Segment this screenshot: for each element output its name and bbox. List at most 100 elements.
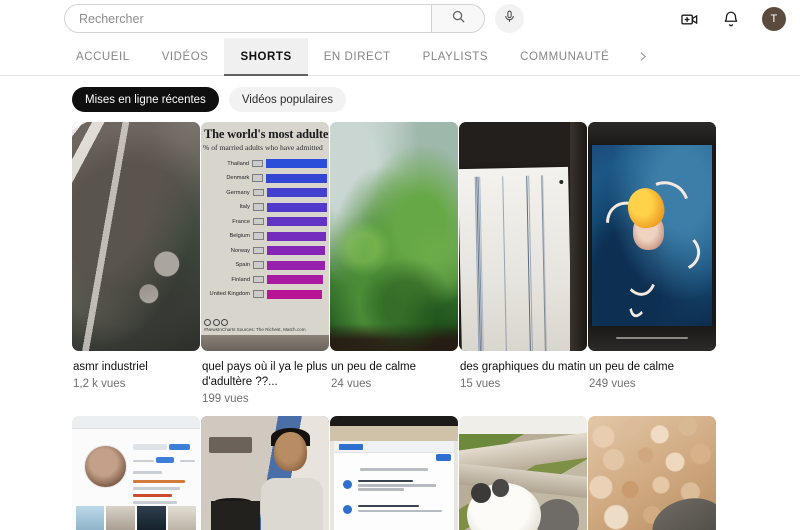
infographic-bar (266, 159, 327, 168)
short-view-count: 199 vues (202, 393, 249, 405)
infographic-bar-row: Norway (201, 244, 327, 257)
short-title[interactable]: des graphiques du matin (460, 360, 586, 375)
tab-label: ACCUEIL (76, 50, 130, 63)
infographic-country-label: Germany (226, 189, 250, 196)
short-title[interactable]: asmr industriel (73, 360, 199, 375)
short-card[interactable]: The world's most adulterous % of married… (201, 122, 329, 405)
infographic-bar (267, 231, 326, 241)
infographic-bar (266, 202, 327, 212)
short-view-count: 15 vues (460, 378, 501, 390)
infographic-country-label: Italy (239, 204, 250, 210)
tab-communaute[interactable]: COMMUNAUTÉ (504, 38, 625, 75)
short-thumbnail[interactable] (459, 122, 587, 351)
chip-recent-uploads[interactable]: Mises en ligne récentes (72, 87, 219, 112)
laptop-changelog-image (330, 416, 458, 530)
infographic-country-label: Spain (235, 262, 250, 268)
short-card[interactable] (588, 416, 716, 530)
infographic-bar-row: Spain (201, 259, 327, 272)
short-thumbnail[interactable] (330, 416, 458, 530)
country-flag-icon (252, 159, 264, 168)
country-flag-icon (253, 261, 264, 269)
paper-graphs-image (459, 122, 587, 351)
avatar-initial: T (770, 13, 778, 25)
search-button[interactable] (431, 4, 485, 33)
short-thumbnail[interactable] (72, 122, 200, 351)
infographic-title: The world's most adulterous (204, 127, 329, 141)
infographic-bar-row: Belgium (201, 230, 327, 243)
tab-label: COMMUNAUTÉ (520, 50, 610, 63)
short-card[interactable] (72, 416, 200, 530)
industrial-machinery-image (72, 122, 200, 351)
country-flag-icon (252, 203, 264, 211)
shorts-grid-row2 (0, 416, 800, 530)
infographic-bar (267, 289, 323, 299)
infographic-country-label: Belgium (229, 233, 250, 239)
short-card[interactable] (459, 416, 587, 530)
infographic-bar-row: Finland (201, 273, 327, 286)
infographic-country-label: Denmark (226, 175, 250, 181)
short-view-count: 24 vues (331, 378, 372, 390)
tab-en-direct[interactable]: EN DIRECT (308, 38, 407, 75)
badge-icon (204, 319, 211, 326)
octopus-screen-image (588, 122, 716, 351)
short-title[interactable]: un peu de calme (589, 360, 715, 375)
short-thumbnail[interactable]: The world's most adulterous % of married… (201, 122, 329, 351)
short-thumbnail[interactable] (588, 122, 716, 351)
tab-label: VIDÉOS (161, 50, 209, 63)
shorts-grid: asmr industriel 1,2 k vues The world's m… (0, 122, 800, 405)
tab-label: EN DIRECT (323, 50, 391, 63)
short-thumbnail[interactable] (330, 122, 458, 351)
infographic-bar (266, 188, 327, 197)
country-flag-icon (253, 246, 264, 255)
chip-popular-videos[interactable]: Vidéos populaires (228, 87, 347, 112)
infographic-bar-row: France (201, 215, 327, 228)
avatar[interactable]: T (762, 7, 786, 31)
country-flag-icon (252, 174, 264, 182)
tab-playlists[interactable]: PLAYLISTS (407, 38, 504, 75)
short-thumbnail[interactable] (201, 416, 329, 530)
search-box[interactable] (64, 4, 431, 33)
search-bar (64, 4, 524, 33)
short-thumbnail[interactable] (72, 416, 200, 530)
infographic-bar-row: Italy (201, 201, 327, 214)
short-card[interactable] (330, 416, 458, 530)
search-input[interactable] (79, 11, 431, 26)
short-meta: un peu de calme 24 vues (330, 351, 458, 390)
masthead: T (0, 0, 800, 38)
infographic-subtitle: % of married adults who have admitted (203, 143, 323, 152)
short-title[interactable]: quel pays où il ya le plus d'adultère ??… (202, 360, 328, 390)
filter-chips: Mises en ligne récentes Vidéos populaire… (0, 76, 800, 122)
search-icon (451, 9, 466, 29)
kitchen-person-image (201, 416, 329, 530)
short-card[interactable]: un peu de calme 249 vues (588, 122, 716, 405)
badge-icon (212, 319, 220, 326)
short-card[interactable] (201, 416, 329, 530)
nuts-pile-image (588, 416, 716, 530)
short-thumbnail[interactable] (588, 416, 716, 530)
tab-label: PLAYLISTS (422, 50, 489, 63)
tab-videos[interactable]: VIDÉOS (146, 38, 225, 75)
short-view-count: 1,2 k vues (73, 378, 126, 390)
notifications-bell-icon[interactable] (720, 8, 742, 30)
chevron-right-icon[interactable] (625, 38, 659, 75)
panda-log-image (459, 416, 587, 530)
country-flag-icon (253, 232, 264, 240)
short-thumbnail[interactable] (459, 416, 587, 530)
short-card[interactable]: un peu de calme 24 vues (330, 122, 458, 405)
tab-shorts[interactable]: SHORTS (224, 38, 308, 76)
infographic-bar (267, 260, 325, 270)
infographic-bar-row: Denmark (201, 172, 327, 185)
create-video-icon[interactable] (678, 8, 700, 30)
tab-accueil[interactable]: ACCUEIL (60, 38, 146, 75)
country-flag-icon (253, 217, 264, 226)
infographic-source: #NewsInCharts Sources: The Richest, Matc… (204, 327, 306, 332)
infographic-bar-row: Thailand (201, 157, 327, 170)
header-actions: T (678, 0, 786, 38)
short-card[interactable]: des graphiques du matin 15 vues (459, 122, 587, 405)
infographic-bar-row: Germany (201, 186, 327, 199)
voice-search-button[interactable] (495, 4, 524, 33)
jungle-mountain-image (330, 122, 458, 351)
short-title[interactable]: un peu de calme (331, 360, 457, 375)
short-card[interactable]: asmr industriel 1,2 k vues (72, 122, 200, 405)
infographic-footer-band (201, 335, 329, 351)
